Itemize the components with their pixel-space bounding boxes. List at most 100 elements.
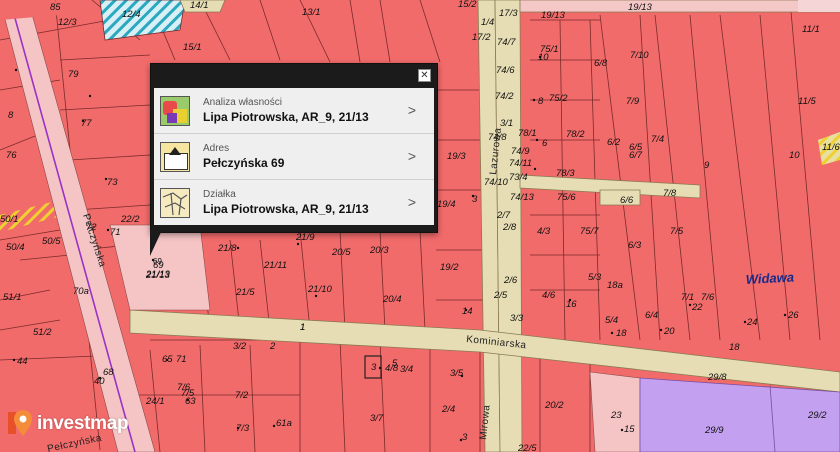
investmap-logo[interactable]: investmap — [8, 408, 129, 440]
point-marker — [88, 94, 92, 98]
point-marker — [236, 246, 240, 250]
parcel-number-label: 6 — [542, 138, 548, 149]
popup-item-list: Analiza własności Lipa Piotrowska, AR_9,… — [154, 88, 434, 225]
item-title: Lipa Piotrowska, AR_9, 21/13 — [203, 202, 369, 216]
address-envelope-icon — [160, 141, 190, 172]
parcel-number-label: 2/7 — [496, 210, 511, 221]
parcel-number-label: 15 — [624, 424, 635, 435]
parcel-number-label: 3/7 — [370, 413, 384, 424]
parcel-number-label: 61a — [276, 418, 292, 429]
parcel-number-label: 2/5 — [493, 290, 508, 301]
item-title: Pełczyńska 69 — [203, 156, 285, 170]
parcel-number-label: 74/6 — [496, 65, 515, 76]
parcel-number-label: 21/11 — [263, 260, 287, 271]
parcel-number-label: 22/2 — [120, 214, 140, 225]
parcel-number-label: 20/3 — [369, 245, 389, 256]
parcel-number-label: 22/5 — [517, 443, 537, 452]
parcel-number-label: 50/4 — [6, 242, 25, 253]
parcel-number-label: 5/4 — [605, 315, 618, 326]
parcel-number-label: 20/4 — [382, 294, 402, 305]
parcel-number-label: 74/11 — [509, 158, 532, 169]
selected-parcel-number: 69 — [153, 257, 162, 266]
popup-pointer — [150, 230, 162, 256]
parcel-map-icon — [160, 187, 190, 218]
point-marker — [743, 320, 747, 324]
point-marker — [296, 242, 300, 246]
parcel-number-label: 3 — [472, 194, 478, 205]
point-marker — [314, 294, 318, 298]
item-subtitle: Analiza własności — [203, 97, 282, 108]
chevron-right-icon: > — [407, 148, 416, 164]
parcel-number-label: 7/2 — [235, 390, 249, 401]
parcel-number-label: 2/8 — [502, 222, 517, 233]
parcel-number-label: 26 — [787, 310, 799, 321]
parcel-number-label: 14 — [462, 306, 473, 317]
point-marker — [620, 428, 624, 432]
parcel-number-label: 74/7 — [497, 37, 516, 48]
region-name: Widawa — [745, 269, 794, 287]
parcel-number-label: 29/9 — [704, 425, 724, 436]
point-marker — [378, 366, 382, 370]
parcel-number-label: 9 — [704, 160, 710, 171]
parcel-number-label: 29/8 — [707, 372, 727, 383]
parcel-item[interactable]: Działka Lipa Piotrowska, AR_9, 21/13 > — [154, 180, 434, 225]
parcel-number-label: 19/13 — [541, 10, 565, 21]
point-marker — [659, 328, 663, 332]
parcel-number-label: 79 — [68, 69, 79, 80]
point-marker — [14, 68, 18, 72]
parcel-number-label: 71 — [176, 354, 187, 365]
ownership-analysis-item[interactable]: Analiza własności Lipa Piotrowska, AR_9,… — [154, 88, 434, 134]
parcel-number-label: 51/1 — [3, 292, 22, 303]
item-subtitle: Działka — [203, 189, 236, 200]
parcel-number-label: 12/4 — [122, 9, 141, 20]
parcel-number-label: 20/5 — [331, 247, 351, 258]
parcel-number-label: 74/9 — [511, 146, 530, 157]
parcel-number-label: 10 — [789, 150, 800, 161]
point-marker — [783, 313, 787, 317]
parcel-number-label: 78/1 — [518, 128, 537, 139]
parcel-number-label: 21/8 — [217, 243, 237, 254]
parcel-number-label: 24 — [746, 317, 758, 328]
parcel-number-label: 40 — [94, 376, 105, 387]
parcel-number-label: 18 — [729, 342, 740, 353]
parcel-number-label: 77 — [81, 118, 92, 129]
parcel-number-label: 3 — [462, 432, 468, 443]
parcel-number-label: 24/1 — [145, 396, 165, 407]
parcel-number-label: 17/3 — [499, 8, 518, 19]
point-marker — [12, 358, 16, 362]
point-marker — [533, 167, 537, 171]
parcel-number-label: 13/1 — [302, 7, 321, 18]
logo-text: investmap — [37, 413, 129, 434]
parcel-number-label: 3/1 — [500, 118, 513, 129]
parcel-number-label: 7/9 — [626, 96, 640, 107]
parcel-number-label: 19/13 — [628, 2, 652, 13]
parcel-number-label: 4/6 — [542, 290, 556, 301]
parcel-info-popup: ✕ Analiza własności Lipa Piotrowska, AR_… — [150, 63, 438, 233]
parcel-number-label: 5/3 — [588, 272, 602, 283]
item-title: Lipa Piotrowska, AR_9, 21/13 — [203, 110, 369, 124]
parcel-number-label: 12/3 — [58, 17, 77, 28]
parcel-number-label: 22 — [691, 302, 703, 313]
point-marker — [106, 228, 110, 232]
parcel-number-label: 7/10 — [630, 50, 649, 61]
parcel-number-label: 17/2 — [472, 32, 491, 43]
parcel-number-label: 1 — [300, 322, 305, 333]
parcel-number-label: 74/13 — [510, 192, 534, 203]
parcel-number-label: 2/4 — [441, 404, 455, 415]
parcel-number-label: 6/2 — [607, 137, 621, 148]
parcel-number-label: 74/10 — [484, 177, 508, 188]
parcel-number-label: 4/3 — [537, 226, 551, 237]
parcel-number-label: 2 — [269, 341, 276, 352]
parcel-number-label: 3/4 — [400, 364, 413, 375]
chevron-right-icon: > — [407, 102, 416, 118]
close-icon[interactable]: ✕ — [418, 69, 431, 82]
parcel-number-label: 2/6 — [503, 275, 518, 286]
parcel-number-label: 7/3 — [236, 423, 250, 434]
parcel-number-label: 18a — [607, 280, 623, 291]
parcel-number-label: 6/3 — [628, 240, 642, 251]
address-item[interactable]: Adres Pełczyńska 69 > — [154, 134, 434, 180]
parcel-number-label: 6/6 — [620, 195, 634, 206]
parcel-number-label: 7/4 — [651, 134, 664, 145]
point-marker — [535, 138, 539, 142]
parcel-number-label: 65 — [162, 354, 173, 365]
